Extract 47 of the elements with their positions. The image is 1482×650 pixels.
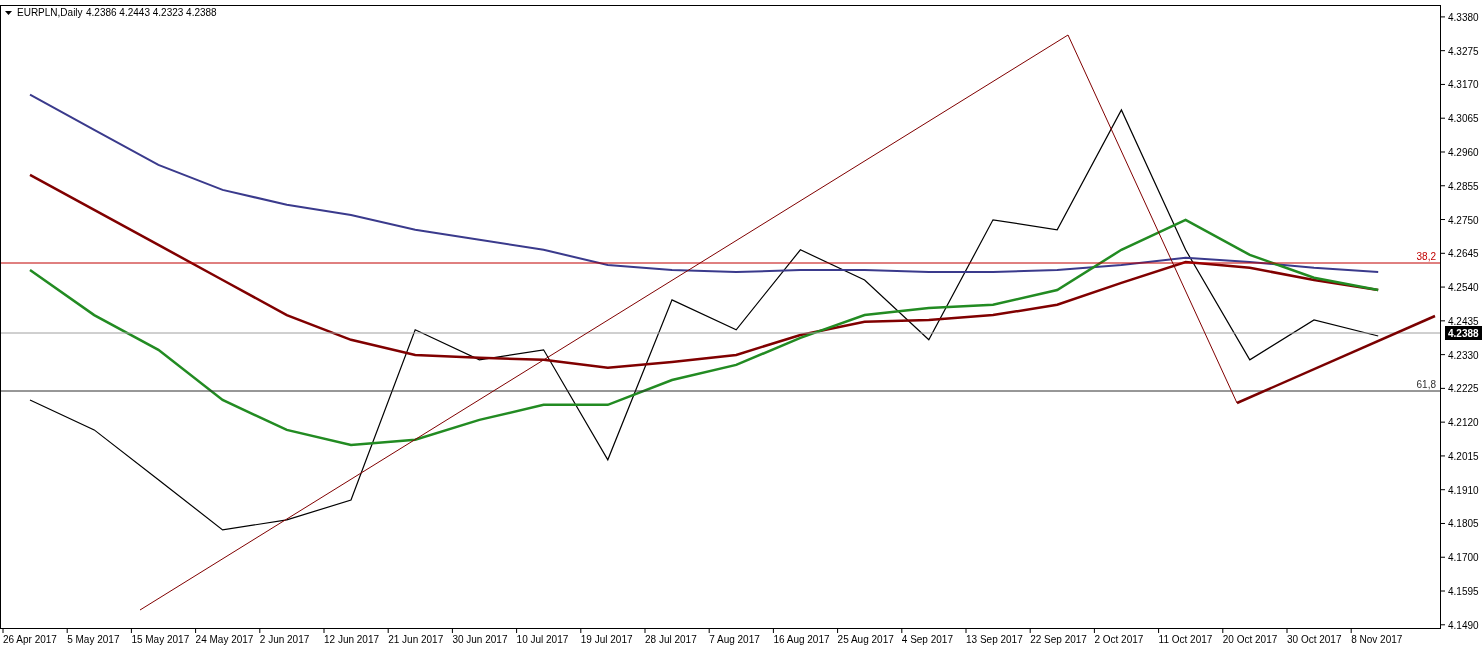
x-axis-label: 13 Sep 2017 bbox=[966, 634, 1023, 645]
y-axis-label: 4.1490 bbox=[1448, 619, 1479, 631]
x-axis-label: 12 Jun 2017 bbox=[324, 634, 380, 645]
ohlc-values: 4.2386 4.2443 4.2323 4.2388 bbox=[86, 7, 217, 18]
y-axis-label: 4.2015 bbox=[1448, 450, 1479, 462]
x-axis-label: 15 May 2017 bbox=[131, 634, 190, 645]
current-price-label: 4.2388 bbox=[1445, 326, 1482, 340]
y-axis-label: 4.2855 bbox=[1448, 180, 1479, 192]
fibonacci-level-label: 38,2 bbox=[1416, 251, 1436, 262]
x-axis-label: 4 Sep 2017 bbox=[901, 634, 953, 645]
x-axis-label: 2 Oct 2017 bbox=[1094, 634, 1144, 645]
x-axis-label: 30 Jun 2017 bbox=[452, 634, 508, 645]
y-axis-label: 4.1700 bbox=[1448, 552, 1479, 564]
x-axis-label: 24 May 2017 bbox=[195, 634, 254, 645]
x-axis-label: 25 Aug 2017 bbox=[837, 634, 894, 645]
y-axis-label: 4.3065 bbox=[1448, 113, 1479, 125]
y-axis-label: 4.3170 bbox=[1448, 79, 1479, 91]
dropdown-triangle-icon[interactable] bbox=[5, 11, 12, 15]
y-axis-label: 4.3380 bbox=[1448, 11, 1479, 23]
x-axis-label: 10 Jul 2017 bbox=[516, 634, 569, 645]
chart-symbol: EURPLN,Daily bbox=[17, 7, 83, 18]
x-axis-label: 8 Nov 2017 bbox=[1351, 634, 1403, 645]
y-axis-label: 4.2225 bbox=[1448, 383, 1479, 395]
y-axis-label: 4.1910 bbox=[1448, 484, 1479, 496]
y-axis-label: 4.2120 bbox=[1448, 417, 1479, 429]
x-axis-label: 26 Apr 2017 bbox=[3, 634, 57, 645]
x-axis-label: 20 Oct 2017 bbox=[1222, 634, 1278, 645]
x-axis-label: 5 May 2017 bbox=[67, 634, 120, 645]
y-axis-label: 4.2960 bbox=[1448, 147, 1479, 158]
y-axis-label: 4.2330 bbox=[1448, 349, 1479, 361]
y-axis-label: 4.2750 bbox=[1448, 214, 1479, 226]
y-axis-label: 4.2645 bbox=[1448, 248, 1479, 260]
x-axis-label: 21 Jun 2017 bbox=[388, 634, 444, 645]
x-axis-label: 28 Jul 2017 bbox=[645, 634, 697, 645]
y-axis-label: 4.2435 bbox=[1448, 315, 1479, 327]
fibonacci-level-label: 61,8 bbox=[1416, 379, 1436, 390]
x-axis-label: 16 Aug 2017 bbox=[773, 634, 830, 645]
x-axis-label: 22 Sep 2017 bbox=[1030, 634, 1087, 645]
y-axis-label: 4.3275 bbox=[1448, 45, 1479, 57]
y-axis-label: 4.1805 bbox=[1448, 518, 1479, 530]
y-axis-label: 4.2540 bbox=[1448, 282, 1479, 294]
x-axis-label: 11 Oct 2017 bbox=[1158, 634, 1213, 645]
y-axis-label: 4.1595 bbox=[1448, 586, 1479, 597]
x-axis-label: 7 Aug 2017 bbox=[709, 634, 760, 645]
x-axis-label: 30 Oct 2017 bbox=[1287, 634, 1342, 645]
x-axis-label: 19 Jul 2017 bbox=[580, 634, 633, 645]
x-axis-label: 2 Jun 2017 bbox=[259, 634, 310, 645]
